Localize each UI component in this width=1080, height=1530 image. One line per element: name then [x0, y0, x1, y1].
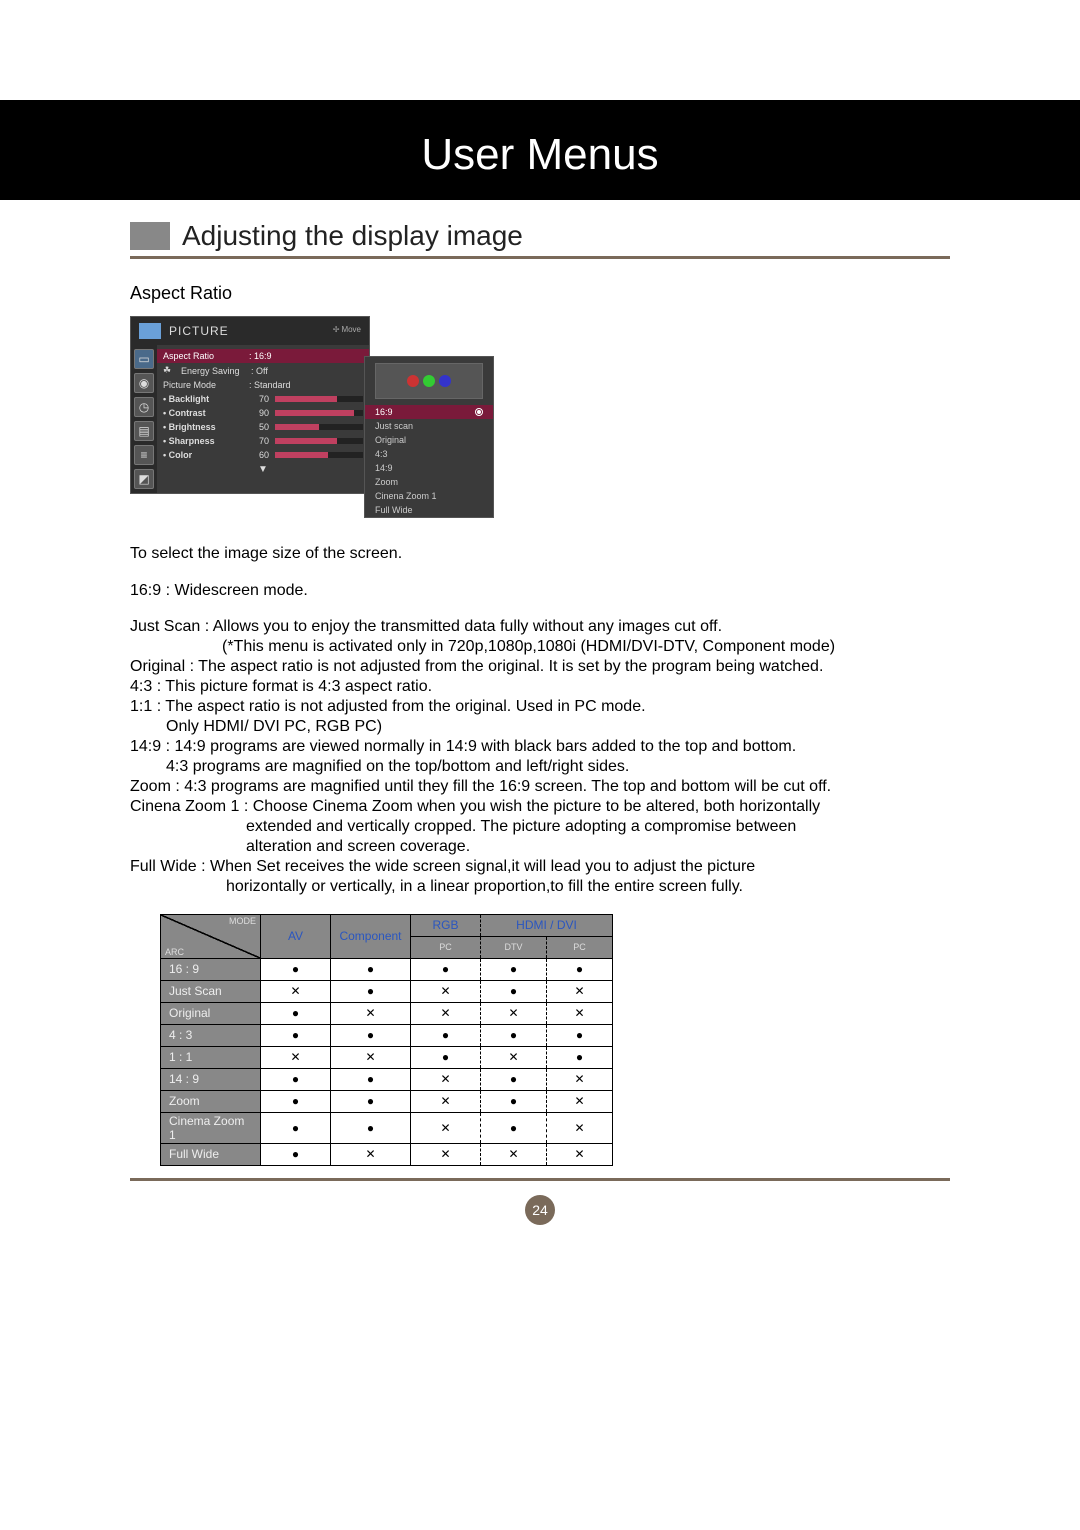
move-indicator: ✢Move — [333, 325, 361, 334]
table-cell: ● — [261, 1143, 331, 1165]
aspect-ratio-popup: 16:9Just scanOriginal4:314:9ZoomCinena Z… — [364, 356, 494, 518]
osd-category-icons: ▭ ◉ ◷ ▤ ≡ ◩ — [131, 345, 157, 493]
page-number: 24 — [525, 1195, 555, 1225]
picture-tab-icon[interactable]: ▭ — [134, 349, 154, 369]
osd-slider[interactable]: • Color60 — [163, 448, 363, 462]
table-cell: ✕ — [547, 1143, 613, 1165]
table-cell: ● — [261, 1090, 331, 1112]
popup-option[interactable]: Full Wide — [365, 503, 493, 517]
table-cell: ✕ — [481, 1046, 547, 1068]
table-row-label: Cinema Zoom 1 — [161, 1112, 261, 1143]
table-row-label: Just Scan — [161, 980, 261, 1002]
osd-slider[interactable]: • Sharpness70 — [163, 434, 363, 448]
table-cell: ● — [547, 1024, 613, 1046]
table-cell: ● — [547, 1046, 613, 1068]
radio-icon — [475, 408, 483, 416]
osd-title: PICTURE — [169, 324, 229, 338]
table-cell: ✕ — [331, 1046, 411, 1068]
table-cell: ● — [331, 1024, 411, 1046]
table-cell: ✕ — [547, 1090, 613, 1112]
table-cell: ● — [481, 1068, 547, 1090]
picture-icon — [139, 323, 161, 339]
table-cell: ✕ — [411, 1068, 481, 1090]
popup-option[interactable]: Cinena Zoom 1 — [365, 489, 493, 503]
popup-thumbnail — [375, 363, 483, 399]
popup-option[interactable]: Original — [365, 433, 493, 447]
table-cell: ✕ — [411, 1002, 481, 1024]
table-cell: ● — [331, 1112, 411, 1143]
table-row-label: 4 : 3 — [161, 1024, 261, 1046]
table-cell: ● — [547, 958, 613, 980]
table-cell: ✕ — [411, 1090, 481, 1112]
osd-slider[interactable]: • Contrast90 — [163, 406, 363, 420]
table-row-label: Original — [161, 1002, 261, 1024]
intro-text: To select the image size of the screen. — [130, 542, 950, 567]
osd-item-picture-mode[interactable]: Picture Mode : Standard — [163, 378, 363, 392]
subtitle-marker — [130, 222, 170, 250]
aspect-ratio-heading: Aspect Ratio — [130, 283, 950, 304]
table-cell: ✕ — [547, 980, 613, 1002]
table-cell: ● — [331, 980, 411, 1002]
popup-option[interactable]: Zoom — [365, 475, 493, 489]
osd-slider[interactable]: • Brightness50 — [163, 420, 363, 434]
leaf-icon: ☘ — [163, 365, 175, 376]
option-tab-icon[interactable]: ▤ — [134, 421, 154, 441]
table-cell: ✕ — [331, 1143, 411, 1165]
table-cell: ● — [411, 1024, 481, 1046]
table-cell: ● — [481, 1024, 547, 1046]
subtitle: Adjusting the display image — [182, 220, 523, 252]
osd-item-aspect-ratio[interactable]: Aspect Ratio : 16:9 — [157, 349, 369, 363]
table-row-label: 16 : 9 — [161, 958, 261, 980]
table-cell: ● — [481, 1090, 547, 1112]
table-cell: ● — [331, 958, 411, 980]
table-row-label: Zoom — [161, 1090, 261, 1112]
table-cell: ✕ — [261, 980, 331, 1002]
table-cell: ✕ — [481, 1143, 547, 1165]
popup-option[interactable]: 16:9 — [365, 405, 493, 419]
table-cell: ● — [261, 1112, 331, 1143]
table-cell: ● — [481, 980, 547, 1002]
network-tab-icon[interactable]: ≡ — [134, 445, 154, 465]
osd-item-energy-saving[interactable]: ☘ Energy Saving : Off — [163, 363, 363, 378]
usb-tab-icon[interactable]: ◩ — [134, 469, 154, 489]
table-cell: ● — [331, 1068, 411, 1090]
table-cell: ✕ — [481, 1002, 547, 1024]
popup-option[interactable]: Just scan — [365, 419, 493, 433]
osd-more-icon: ▼ — [163, 462, 363, 475]
table-cell: ✕ — [547, 1112, 613, 1143]
osd-panel: PICTURE ✢Move ▭ ◉ ◷ ▤ ≡ ◩ Aspect Ratio — [130, 316, 950, 518]
table-cell: ✕ — [547, 1068, 613, 1090]
table-cell: ✕ — [411, 1143, 481, 1165]
audio-tab-icon[interactable]: ◉ — [134, 373, 154, 393]
table-cell: ● — [481, 958, 547, 980]
osd-slider[interactable]: • Backlight70 — [163, 392, 363, 406]
table-cell: ● — [261, 958, 331, 980]
table-cell: ● — [261, 1068, 331, 1090]
table-cell: ✕ — [411, 980, 481, 1002]
popup-option[interactable]: 14:9 — [365, 461, 493, 475]
popup-option[interactable]: 4:3 — [365, 447, 493, 461]
table-cell: ● — [411, 958, 481, 980]
table-cell: ✕ — [547, 1002, 613, 1024]
table-row-label: 1 : 1 — [161, 1046, 261, 1068]
table-cell: ● — [481, 1112, 547, 1143]
rule-top — [130, 256, 950, 259]
rule-bottom — [130, 1178, 950, 1181]
table-cell: ✕ — [331, 1002, 411, 1024]
table-cell: ● — [261, 1024, 331, 1046]
time-tab-icon[interactable]: ◷ — [134, 397, 154, 417]
compatibility-table: MODE ARC AV Component RGB HDMI / DVI PC … — [160, 914, 613, 1166]
table-cell: ● — [411, 1046, 481, 1068]
table-row-label: Full Wide — [161, 1143, 261, 1165]
page-title: User Menus — [0, 100, 1080, 200]
table-cell: ✕ — [261, 1046, 331, 1068]
table-cell: ● — [331, 1090, 411, 1112]
table-cell: ● — [261, 1002, 331, 1024]
table-cell: ✕ — [411, 1112, 481, 1143]
description-list: 16:9 : Widescreen mode. Just Scan : Allo… — [130, 579, 950, 896]
table-row-label: 14 : 9 — [161, 1068, 261, 1090]
